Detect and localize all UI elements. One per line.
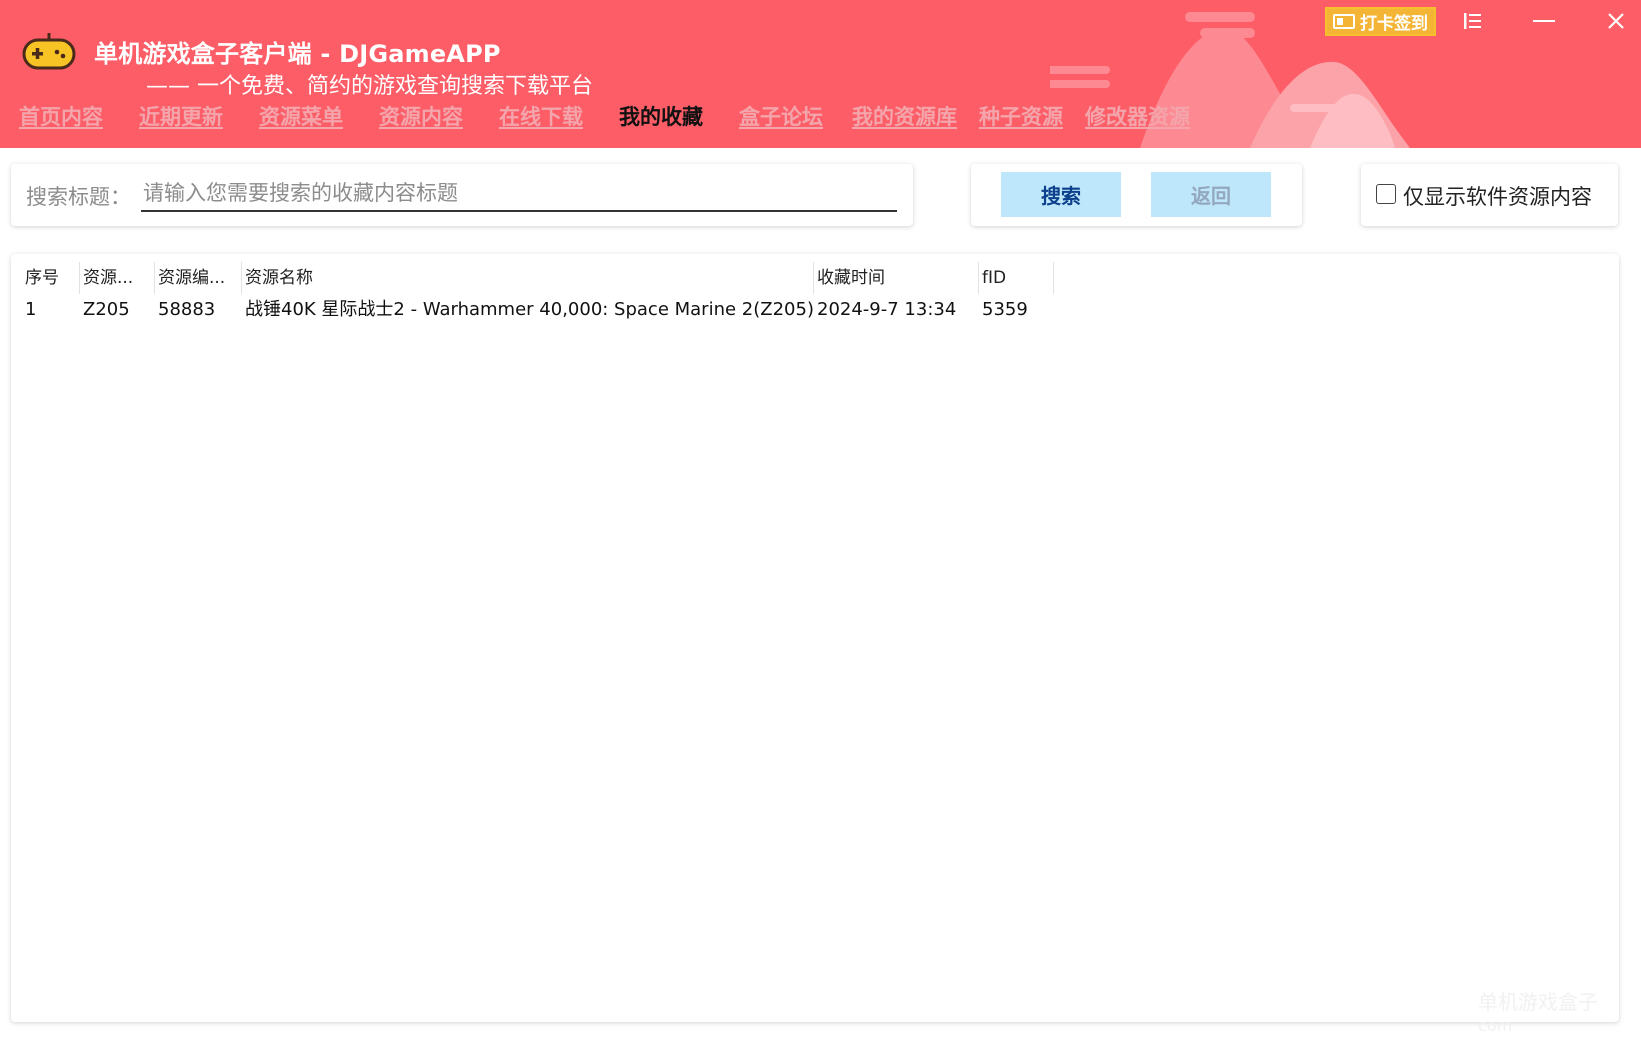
title-bar: 单机游戏盒子客户端 - DJGameAPP —— 一个免费、简约的游戏查询搜索下…	[0, 0, 1641, 148]
search-button[interactable]: 搜索	[1001, 172, 1121, 217]
checkin-button[interactable]: 打卡签到	[1325, 7, 1436, 36]
cell-resource-code: 58883	[158, 299, 216, 320]
column-header-resource-name[interactable]: 资源名称	[242, 262, 814, 294]
favorites-table: 序号 资源... 资源编... 资源名称 收藏时间 fID 1 Z205 588…	[11, 254, 1619, 1022]
column-header-favorite-time[interactable]: 收藏时间	[814, 262, 979, 294]
table-header: 序号 资源... 资源编... 资源名称 收藏时间 fID	[11, 254, 1061, 294]
nav-item-home[interactable]: 首页内容	[19, 101, 103, 131]
cell-fid: 5359	[982, 299, 1028, 320]
column-header-resource-code[interactable]: 资源编...	[155, 262, 242, 294]
main-nav: 首页内容 近期更新 资源菜单 资源内容 在线下载 我的收藏 盒子论坛 我的资源库…	[0, 101, 1260, 137]
nav-item-online-download[interactable]: 在线下载	[499, 101, 583, 131]
search-panel: 搜索标题：	[11, 164, 913, 226]
nav-item-resource-menu[interactable]: 资源菜单	[259, 101, 343, 131]
search-input[interactable]	[141, 176, 897, 212]
table-row[interactable]: 1 Z205 58883 战锤40K 星际战士2 - Warhammer 40,…	[11, 295, 1619, 325]
nav-item-box-forum[interactable]: 盒子论坛	[739, 101, 823, 131]
search-label: 搜索标题：	[26, 185, 131, 209]
column-header-fid[interactable]: fID	[979, 262, 1054, 294]
watermark-url: com	[1478, 1016, 1513, 1035]
nav-item-resource-content[interactable]: 资源内容	[379, 101, 463, 131]
nav-item-trainer-resources[interactable]: 修改器资源	[1085, 101, 1190, 131]
software-only-label[interactable]: 仅显示软件资源内容	[1403, 181, 1592, 211]
cell-favorite-time: 2024-9-7 13:34	[817, 299, 957, 320]
minimize-icon	[1533, 20, 1555, 22]
nav-item-my-favorites[interactable]: 我的收藏	[619, 101, 703, 131]
app-title: 单机游戏盒子客户端 - DJGameAPP	[94, 40, 501, 68]
menu-button[interactable]	[1453, 6, 1493, 36]
nav-item-my-library[interactable]: 我的资源库	[852, 101, 957, 131]
list-menu-icon	[1464, 13, 1481, 29]
cell-index: 1	[25, 299, 37, 320]
column-header-resource-id[interactable]: 资源...	[80, 262, 155, 294]
software-only-checkbox[interactable]	[1376, 184, 1396, 204]
action-button-panel: 搜索 返回	[971, 164, 1302, 226]
cell-resource-id: Z205	[83, 299, 130, 320]
cell-resource-name: 战锤40K 星际战士2 - Warhammer 40,000: Space Ma…	[245, 299, 814, 320]
close-icon	[1608, 13, 1624, 29]
checkin-label: 打卡签到	[1360, 14, 1428, 34]
filter-panel: 仅显示软件资源内容	[1361, 164, 1618, 226]
gamepad-logo-icon	[22, 33, 76, 70]
nav-item-recent-updates[interactable]: 近期更新	[139, 101, 223, 131]
id-card-icon	[1333, 14, 1355, 29]
app-subtitle: —— 一个免费、简约的游戏查询搜索下载平台	[146, 74, 593, 99]
watermark-text: 单机游戏盒子	[1478, 990, 1598, 1014]
back-button[interactable]: 返回	[1151, 172, 1271, 217]
minimize-button[interactable]	[1524, 6, 1564, 36]
nav-item-torrent-resources[interactable]: 种子资源	[979, 101, 1063, 131]
column-header-index[interactable]: 序号	[22, 262, 80, 294]
close-button[interactable]	[1596, 6, 1636, 36]
